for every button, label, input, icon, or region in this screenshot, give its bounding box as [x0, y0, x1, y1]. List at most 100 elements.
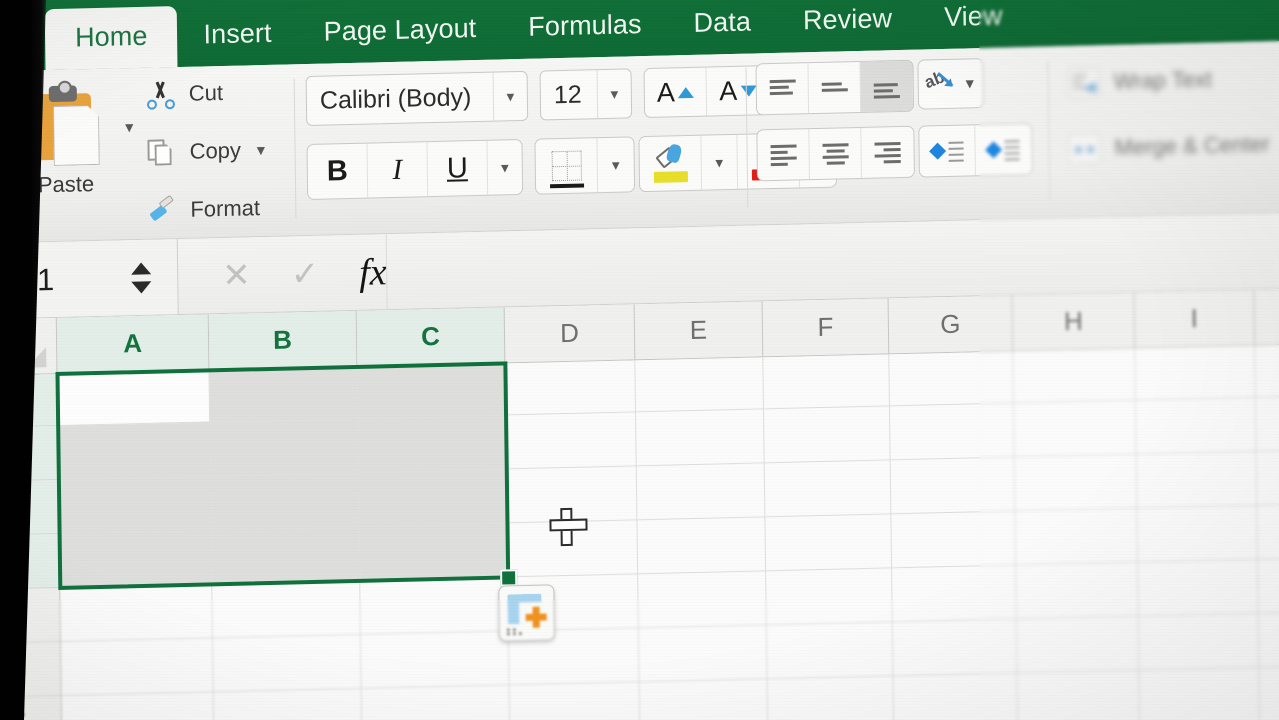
tab-insert[interactable]: Insert	[177, 3, 298, 67]
align-bottom-button[interactable]	[860, 60, 914, 112]
cell-B2[interactable]	[210, 418, 359, 477]
ribbon-body: Paste ▼ Cut Copy ▼ Format Calibri (Body)…	[0, 39, 1279, 244]
tab-view[interactable]: View	[918, 0, 1029, 50]
copy-pages-icon	[146, 137, 176, 168]
increase-font-size-icon	[677, 86, 694, 98]
cut-button[interactable]: Cut	[146, 78, 224, 110]
cell-A2[interactable]	[58, 422, 211, 480]
wrap-text-label: Wrap Text	[1113, 66, 1213, 94]
row-header-5[interactable]: 5	[0, 587, 61, 644]
wrap-text-button[interactable]: Wrap Text	[1067, 65, 1213, 99]
row-header-3[interactable]: 3	[0, 479, 59, 536]
cancel-x-icon[interactable]: ✕	[222, 256, 251, 295]
spinner-down-icon[interactable]	[131, 280, 152, 294]
fill-color-icon	[654, 143, 685, 169]
row-header-1[interactable]: 1	[0, 373, 58, 428]
align-left-button[interactable]	[757, 129, 810, 181]
cell-A4[interactable]	[59, 530, 213, 588]
column-header-F[interactable]: F	[762, 298, 890, 357]
align-middle-icon	[819, 76, 849, 99]
copy-dropdown-caret[interactable]: ▼	[254, 142, 268, 158]
column-header-C[interactable]: C	[356, 307, 506, 366]
fill-color-swatch	[653, 171, 688, 183]
fill-color-button[interactable]	[639, 135, 703, 192]
spinner-up-icon[interactable]	[131, 261, 152, 275]
column-header-H[interactable]: H	[1012, 292, 1136, 351]
font-name-caret[interactable]: ▼	[492, 71, 528, 121]
clipboard-group: Paste ▼ Cut Copy ▼ Format	[0, 64, 296, 243]
row-header-4[interactable]: 4	[0, 533, 60, 590]
align-left-icon	[768, 143, 798, 167]
enter-check-icon[interactable]: ✓	[290, 254, 319, 293]
merge-center-label: Merge & Center	[1114, 131, 1270, 160]
paste-label: Paste	[37, 171, 95, 198]
tab-home[interactable]: Home	[44, 6, 178, 71]
column-header-J[interactable]: J	[1254, 287, 1279, 345]
cell-B1[interactable]	[209, 366, 359, 423]
tab-page-layout[interactable]: Page Layout	[297, 0, 502, 64]
quick-analysis-button[interactable]	[498, 584, 556, 642]
cell-A3[interactable]	[58, 476, 212, 534]
increase-indent-button[interactable]	[975, 124, 1032, 175]
cell-B3[interactable]	[210, 472, 360, 531]
row-header-6[interactable]: 6	[0, 641, 61, 698]
cell-C3[interactable]	[358, 469, 508, 527]
font-name-combobox[interactable]: Calibri (Body) ▼	[305, 70, 529, 127]
tab-review[interactable]: Review	[777, 0, 919, 53]
copy-button[interactable]: Copy ▼	[146, 135, 268, 168]
decrease-indent-icon	[928, 140, 964, 163]
name-box-value: A1	[16, 261, 55, 298]
merge-center-button[interactable]: Merge & Center ▼	[1068, 129, 1279, 165]
tab-data[interactable]: Data	[667, 0, 777, 55]
paste-button[interactable]: Paste	[16, 83, 115, 199]
borders-dropdown-caret[interactable]: ▼	[597, 137, 634, 192]
select-all-corner[interactable]	[0, 317, 58, 375]
increase-font-size-button[interactable]: A	[644, 67, 708, 118]
orientation-dropdown-caret[interactable]: ▼	[963, 75, 977, 91]
underline-label: U	[446, 151, 468, 185]
align-middle-button[interactable]	[808, 61, 862, 114]
column-header-I[interactable]: I	[1134, 289, 1256, 348]
align-right-button[interactable]	[861, 127, 914, 178]
formula-bar-buttons: ✕ ✓ fx	[178, 251, 387, 296]
bold-button[interactable]: B	[307, 143, 369, 200]
row-header-2[interactable]: 2	[0, 425, 58, 482]
clipboard-icon	[29, 83, 102, 167]
cell-C4[interactable]	[359, 523, 509, 581]
column-header-G[interactable]: G	[888, 295, 1014, 354]
cell-C1[interactable]	[357, 363, 507, 419]
underline-button[interactable]: U	[427, 140, 489, 197]
align-top-button[interactable]	[756, 63, 810, 115]
format-painter-button[interactable]: Format	[147, 193, 260, 226]
name-box-spinner[interactable]	[131, 261, 152, 294]
vertical-align-buttons	[755, 59, 915, 116]
fill-color-dropdown-caret[interactable]: ▼	[701, 134, 739, 190]
column-header-B[interactable]: B	[208, 310, 358, 370]
excel-window: Home Insert Page Layout Formulas Data Re…	[0, 0, 1279, 720]
decrease-indent-button[interactable]	[919, 125, 976, 177]
insert-function-icon[interactable]: fx	[359, 251, 387, 294]
italic-button[interactable]: I	[367, 142, 429, 198]
tab-formulas[interactable]: Formulas	[502, 0, 668, 59]
cell-C2[interactable]	[358, 415, 507, 473]
font-size-combobox[interactable]: 12 ▼	[539, 68, 633, 121]
paste-dropdown-caret[interactable]: ▼	[122, 119, 136, 135]
underline-dropdown-caret[interactable]: ▼	[487, 140, 522, 195]
row-header-7[interactable]: 7	[0, 695, 62, 720]
column-header-D[interactable]: D	[504, 304, 636, 363]
wrap-text-icon	[1067, 67, 1100, 99]
text-orientation-button[interactable]: ab ▼	[917, 58, 985, 110]
column-header-A[interactable]: A	[56, 314, 210, 373]
align-center-button[interactable]	[809, 127, 862, 180]
borders-button[interactable]	[535, 138, 599, 194]
font-size-caret[interactable]: ▼	[596, 69, 632, 119]
cells-area[interactable]	[55, 342, 1279, 720]
cell-A1[interactable]	[57, 370, 211, 426]
selection-fill-handle[interactable]	[500, 569, 518, 587]
group-divider-3	[1047, 60, 1051, 201]
column-header-E[interactable]: E	[634, 301, 764, 360]
cell-B4[interactable]	[211, 526, 361, 585]
format-label: Format	[190, 195, 261, 222]
photographed-screen: Home Insert Page Layout Formulas Data Re…	[0, 0, 1279, 720]
name-box[interactable]: A1	[0, 239, 179, 319]
